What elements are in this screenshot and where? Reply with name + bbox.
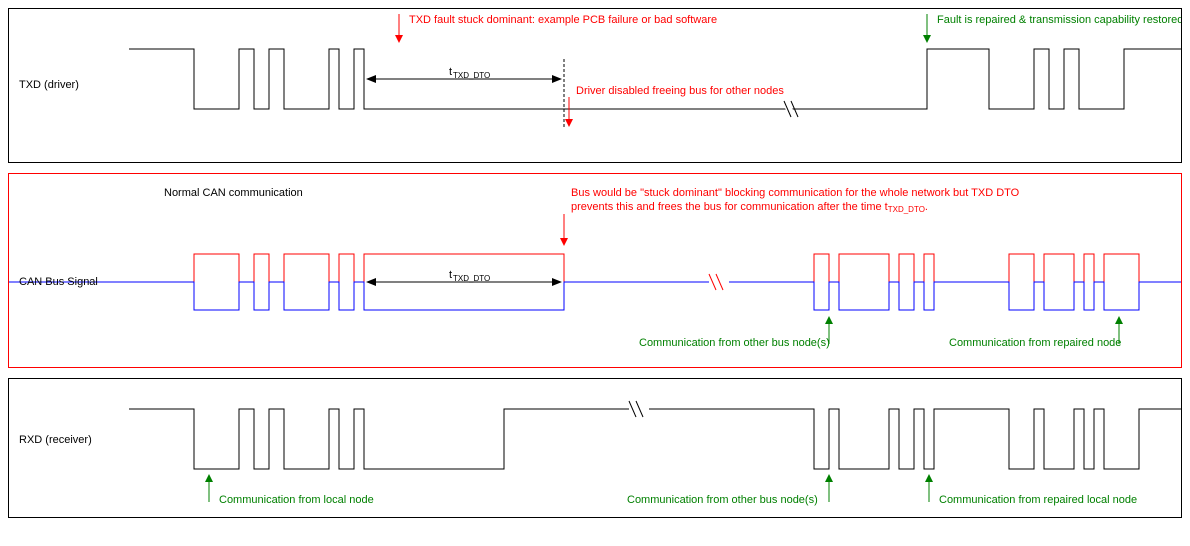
panel-txd-svg: TXD fault stuck dominant: example PCB fa… [9, 9, 1181, 164]
can-bus-label: CAN Bus Signal [19, 276, 98, 288]
rxd-svg: Communication from local node Communicat… [9, 379, 1181, 519]
t-txd-dto-label-sub: TXD_DTO [453, 71, 490, 80]
panel-rxd: Communication from local node Communicat… [8, 378, 1182, 518]
can-repaired-node-annot: Communication from repaired node [949, 337, 1121, 349]
canl-wave-right [729, 282, 1181, 310]
rxd-waveform-right [649, 409, 1181, 469]
can-other-node-annot: Communication from other bus node(s) [639, 337, 830, 349]
canh-wave-left [9, 254, 709, 282]
rxd-repaired-local-annot: Communication from repaired local node [939, 494, 1137, 506]
fault-repaired-annot: Fault is repaired & transmission capabil… [937, 14, 1181, 26]
rxd-local-annot: Communication from local node [219, 494, 374, 506]
t-txd-dto-label-main: t [449, 66, 452, 78]
txd-fault-annot: TXD fault stuck dominant: example PCB fa… [409, 14, 717, 26]
can-t-label-sub: TXD_DTO [453, 274, 490, 283]
driver-disabled-annot: Driver disabled freeing bus for other no… [576, 85, 784, 97]
normal-can-annot: Normal CAN communication [164, 187, 303, 199]
rxd-waveform-left [129, 409, 629, 469]
stuck-dominant-line2: prevents this and frees the bus for comm… [571, 201, 928, 214]
can-bus-svg: Normal CAN communication Bus would be "s… [9, 174, 1181, 369]
txd-waveform [129, 49, 1181, 109]
can-t-label-main: t [449, 269, 452, 281]
rxd-other-annot: Communication from other bus node(s) [627, 494, 818, 506]
canl-wave-left [9, 282, 709, 310]
stuck-dominant-line1: Bus would be "stuck dominant" blocking c… [571, 187, 1020, 199]
txd-label: TXD (driver) [19, 79, 79, 91]
canh-wave-right [729, 254, 1181, 282]
panel-txd: TXD fault stuck dominant: example PCB fa… [8, 8, 1182, 163]
rxd-label: RXD (receiver) [19, 434, 92, 446]
panel-can-bus: Normal CAN communication Bus would be "s… [8, 173, 1182, 368]
